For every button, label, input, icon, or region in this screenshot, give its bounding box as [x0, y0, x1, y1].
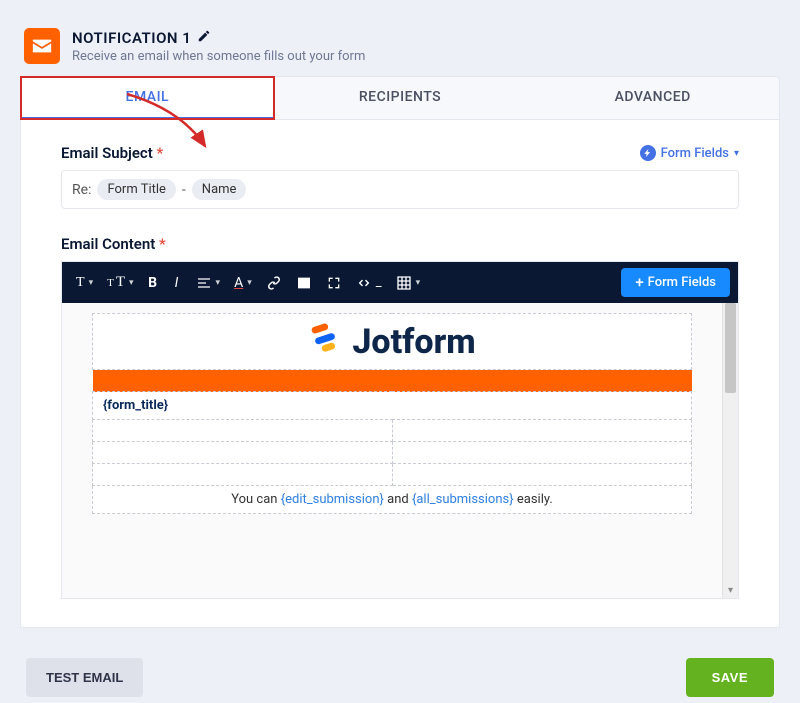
- text-color-button[interactable]: A▾: [228, 270, 258, 296]
- source-code-button[interactable]: _: [350, 270, 388, 296]
- table-row: [93, 420, 692, 442]
- logo-cell: Jotform: [93, 314, 692, 370]
- image-button[interactable]: [290, 270, 318, 296]
- tab-recipients[interactable]: RECIPIENTS: [274, 77, 527, 119]
- tab-advanced[interactable]: ADVANCED: [526, 77, 779, 119]
- header-title: NOTIFICATION 1: [72, 29, 191, 47]
- envelope-icon: [24, 28, 60, 64]
- lightning-icon: [640, 145, 656, 161]
- fullscreen-button[interactable]: [320, 270, 348, 296]
- header-subtitle: Receive an email when someone fills out …: [72, 49, 365, 64]
- table-row: [93, 464, 692, 486]
- table-button[interactable]: ▾: [390, 270, 427, 296]
- bold-button[interactable]: B: [142, 270, 164, 296]
- align-button[interactable]: ▾: [190, 270, 227, 296]
- italic-button[interactable]: I: [166, 270, 188, 296]
- font-size-button[interactable]: TT▾: [101, 269, 139, 296]
- chevron-down-icon: ▾: [734, 148, 739, 159]
- email-subject-input[interactable]: Re: Form Title - Name: [61, 170, 739, 209]
- editor-content-area[interactable]: Jotform {form_title} You can {edit_submi…: [62, 303, 722, 598]
- settings-tabs: EMAIL RECIPIENTS ADVANCED: [20, 76, 780, 120]
- jotform-logo-text: Jotform: [352, 322, 475, 362]
- save-button[interactable]: SAVE: [686, 658, 774, 697]
- add-form-fields-button[interactable]: +Form Fields: [621, 268, 730, 297]
- email-tab-panel: Email Subject * Form Fields ▾ Re: Form T…: [20, 120, 780, 628]
- email-template-table: Jotform {form_title} You can {edit_submi…: [92, 313, 692, 514]
- tab-email[interactable]: EMAIL: [21, 77, 274, 119]
- font-family-button[interactable]: T▾: [70, 270, 99, 296]
- pencil-icon[interactable]: [197, 29, 211, 47]
- scrollbar-down-icon[interactable]: ▾: [723, 582, 738, 598]
- subject-label: Email Subject *: [61, 144, 163, 162]
- content-label: Email Content *: [61, 235, 739, 253]
- subject-pill-name[interactable]: Name: [192, 179, 247, 200]
- editor-toolbar: T▾ TT▾ B I ▾ A▾ _ ▾ +Form Fields: [62, 262, 738, 303]
- scrollbar-thumb[interactable]: [725, 303, 736, 393]
- table-row: [93, 442, 692, 464]
- jotform-logo-icon: [308, 320, 342, 363]
- email-content-editor: T▾ TT▾ B I ▾ A▾ _ ▾ +Form Fields: [61, 261, 739, 599]
- subject-pill-form-title[interactable]: Form Title: [97, 179, 175, 200]
- action-bar: TEST EMAIL SAVE: [26, 658, 774, 697]
- settings-header: NOTIFICATION 1 Receive an email when som…: [0, 0, 800, 76]
- form-fields-dropdown[interactable]: Form Fields ▾: [640, 145, 739, 161]
- link-button[interactable]: [260, 270, 288, 296]
- form-title-variable: {form_title}: [93, 392, 692, 420]
- editor-scrollbar[interactable]: ▾: [722, 303, 738, 598]
- footer-text: You can {edit_submission} and {all_submi…: [93, 486, 692, 514]
- divider-bar: [93, 370, 692, 392]
- test-email-button[interactable]: TEST EMAIL: [26, 658, 143, 697]
